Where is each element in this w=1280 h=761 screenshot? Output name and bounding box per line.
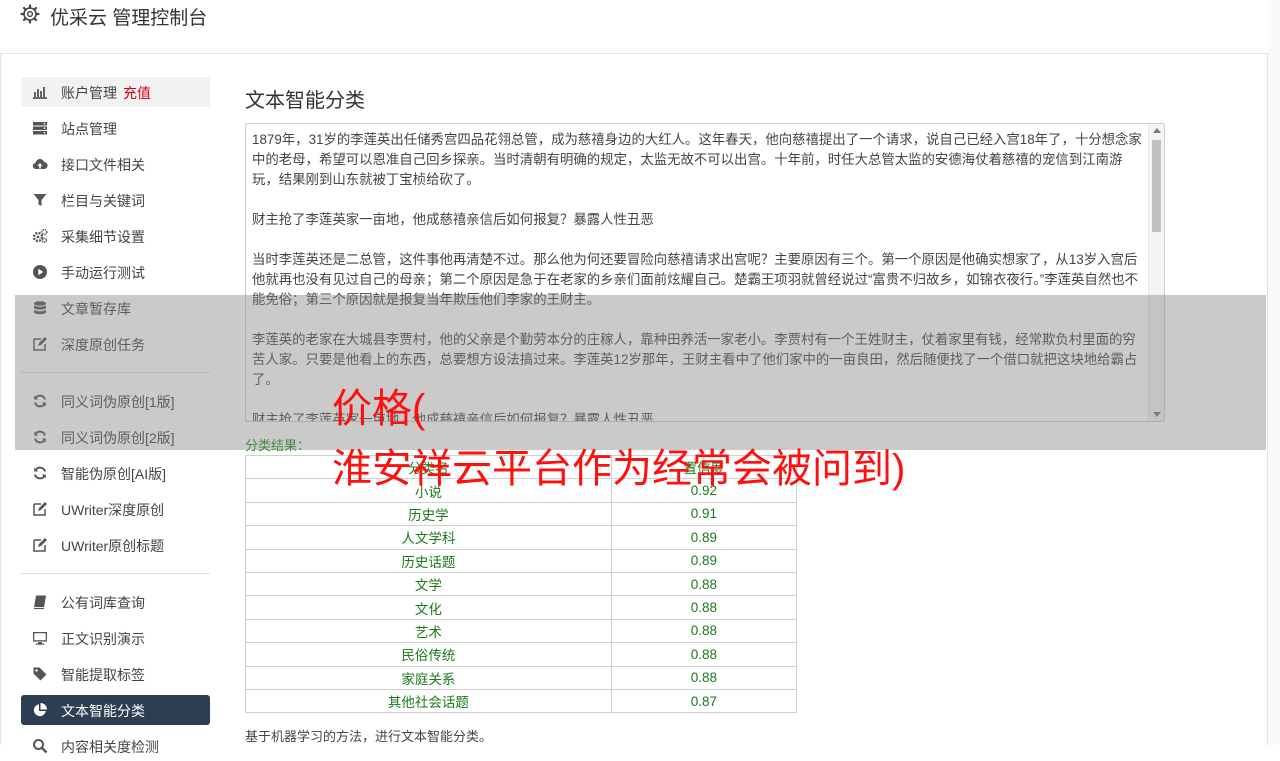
category-cell: 家庭关系 xyxy=(245,665,612,690)
table-row: 艺术 0.88 xyxy=(245,618,798,644)
page-scrollbar[interactable] xyxy=(1268,0,1280,745)
scrollbar-thumb[interactable] xyxy=(1152,140,1161,232)
sidebar-item-label: 栏目与关键词 xyxy=(61,193,145,209)
scroll-up-icon[interactable] xyxy=(1153,128,1161,133)
category-cell: 人文学科 xyxy=(245,525,612,550)
sidebar-item-label: 手动运行测试 xyxy=(61,265,145,281)
sidebar-item-manual-run[interactable]: 手动运行测试 xyxy=(21,257,210,287)
confidence-cell: 0.89 xyxy=(610,548,798,573)
table-row: 文学 0.88 xyxy=(245,571,798,597)
sidebar-item-label: UWriter深度原创 xyxy=(61,502,165,518)
gear-icon xyxy=(20,4,40,24)
sidebar-item-uwriter-deep[interactable]: UWriter深度原创 xyxy=(21,494,210,524)
refresh-icon xyxy=(34,466,46,480)
sidebar-item-label: UWriter原创标题 xyxy=(61,538,165,554)
sidebar-item-label: 智能伪原创[AI版] xyxy=(61,466,167,482)
sidebar-item-label: 账户管理 xyxy=(61,85,117,101)
table-row: 其他社会话题 0.87 xyxy=(245,688,798,714)
sidebar-item-label: 内容相关度检测 xyxy=(61,739,159,755)
app-title: 优采云 管理控制台 xyxy=(50,8,208,29)
sidebar-item-tag-extract[interactable]: 智能提取标签 xyxy=(21,659,210,689)
sidebar-item-label: 文本智能分类 xyxy=(61,703,145,719)
sidebar-item-account[interactable]: 账户管理 充值 xyxy=(21,77,210,107)
sidebar-item-label: 正文识别演示 xyxy=(61,631,145,647)
table-row: 历史学 0.91 xyxy=(245,501,798,527)
recharge-link[interactable]: 充值 xyxy=(123,85,151,101)
sidebar-item-body-recognition[interactable]: 正文识别演示 xyxy=(21,623,210,653)
sidebar-item-sites[interactable]: 站点管理 xyxy=(21,113,210,143)
page-title: 文本智能分类 xyxy=(245,90,365,112)
confidence-cell: 0.89 xyxy=(610,525,798,550)
table-row: 历史话题 0.89 xyxy=(245,548,798,573)
search-icon xyxy=(33,739,48,754)
play-circle-icon xyxy=(33,265,47,279)
sidebar-item-label: 接口文件相关 xyxy=(61,157,145,173)
sidebar-item-label: 公有词库查询 xyxy=(61,595,145,611)
category-cell: 历史学 xyxy=(245,501,612,527)
sidebar-divider xyxy=(21,573,210,574)
confidence-cell: 0.88 xyxy=(610,571,798,597)
sidebar-item-text-classify[interactable]: 文本智能分类 xyxy=(21,695,210,725)
book-icon xyxy=(34,595,46,610)
confidence-cell: 0.88 xyxy=(610,642,798,667)
cogs-icon xyxy=(32,228,48,244)
edit-icon xyxy=(33,538,47,552)
overlay-text-line1: 价格( xyxy=(332,387,426,431)
category-cell: 民俗传统 xyxy=(245,642,612,667)
overlay-text-line2: 淮安祥云平台作为经常会被问到) xyxy=(332,447,906,491)
confidence-cell: 0.88 xyxy=(610,618,798,644)
confidence-cell: 0.91 xyxy=(610,501,798,527)
confidence-cell: 0.87 xyxy=(610,688,798,714)
category-cell: 历史话题 xyxy=(245,548,612,573)
footer-note: 基于机器学习的方法，进行文本智能分类。 xyxy=(245,729,493,744)
monitor-icon xyxy=(33,632,47,645)
category-cell: 文化 xyxy=(245,595,612,620)
pie-chart-icon xyxy=(33,703,47,717)
category-cell: 文学 xyxy=(245,571,612,597)
table-row: 民俗传统 0.88 xyxy=(245,642,798,667)
server-icon xyxy=(33,122,47,135)
table-row: 人文学科 0.89 xyxy=(245,525,798,550)
top-header: 优采云 管理控制台 xyxy=(0,0,1268,54)
category-cell: 艺术 xyxy=(245,618,612,644)
sidebar-item-label: 智能提取标签 xyxy=(61,667,145,683)
overlay-banner xyxy=(15,295,1266,450)
bar-chart-icon xyxy=(33,87,47,99)
cloud-upload-icon xyxy=(32,159,48,170)
edit-icon xyxy=(33,502,47,516)
table-row: 文化 0.88 xyxy=(245,595,798,620)
sidebar-item-public-lexicon[interactable]: 公有词库查询 xyxy=(21,587,210,617)
sidebar-item-uwriter-title[interactable]: UWriter原创标题 xyxy=(21,530,210,560)
sidebar-item-api-files[interactable]: 接口文件相关 xyxy=(21,149,210,179)
filter-icon xyxy=(33,194,47,206)
category-cell: 其他社会话题 xyxy=(245,688,612,714)
sidebar-item-ai-rewrite[interactable]: 智能伪原创[AI版] xyxy=(21,458,210,488)
sidebar-item-label: 采集细节设置 xyxy=(61,229,145,245)
table-row: 家庭关系 0.88 xyxy=(245,665,798,690)
text-paragraph: 1879年，31岁的李莲英出任储秀宫四品花翎总管，成为慈禧身边的大红人。这年春天… xyxy=(252,132,1142,187)
confidence-cell: 0.88 xyxy=(610,665,798,690)
sidebar-item-collect-settings[interactable]: 采集细节设置 xyxy=(21,221,210,251)
sidebar-item-relevance-check[interactable]: 内容相关度检测 xyxy=(21,731,210,761)
sidebar-item-label: 站点管理 xyxy=(61,121,117,137)
confidence-cell: 0.88 xyxy=(610,595,798,620)
text-paragraph: 财主抢了李莲英家一亩地，他成慈禧亲信后如何报复？暴露人性丑恶 xyxy=(252,212,654,227)
tag-icon xyxy=(33,667,47,681)
sidebar-item-columns-keywords[interactable]: 栏目与关键词 xyxy=(21,185,210,215)
